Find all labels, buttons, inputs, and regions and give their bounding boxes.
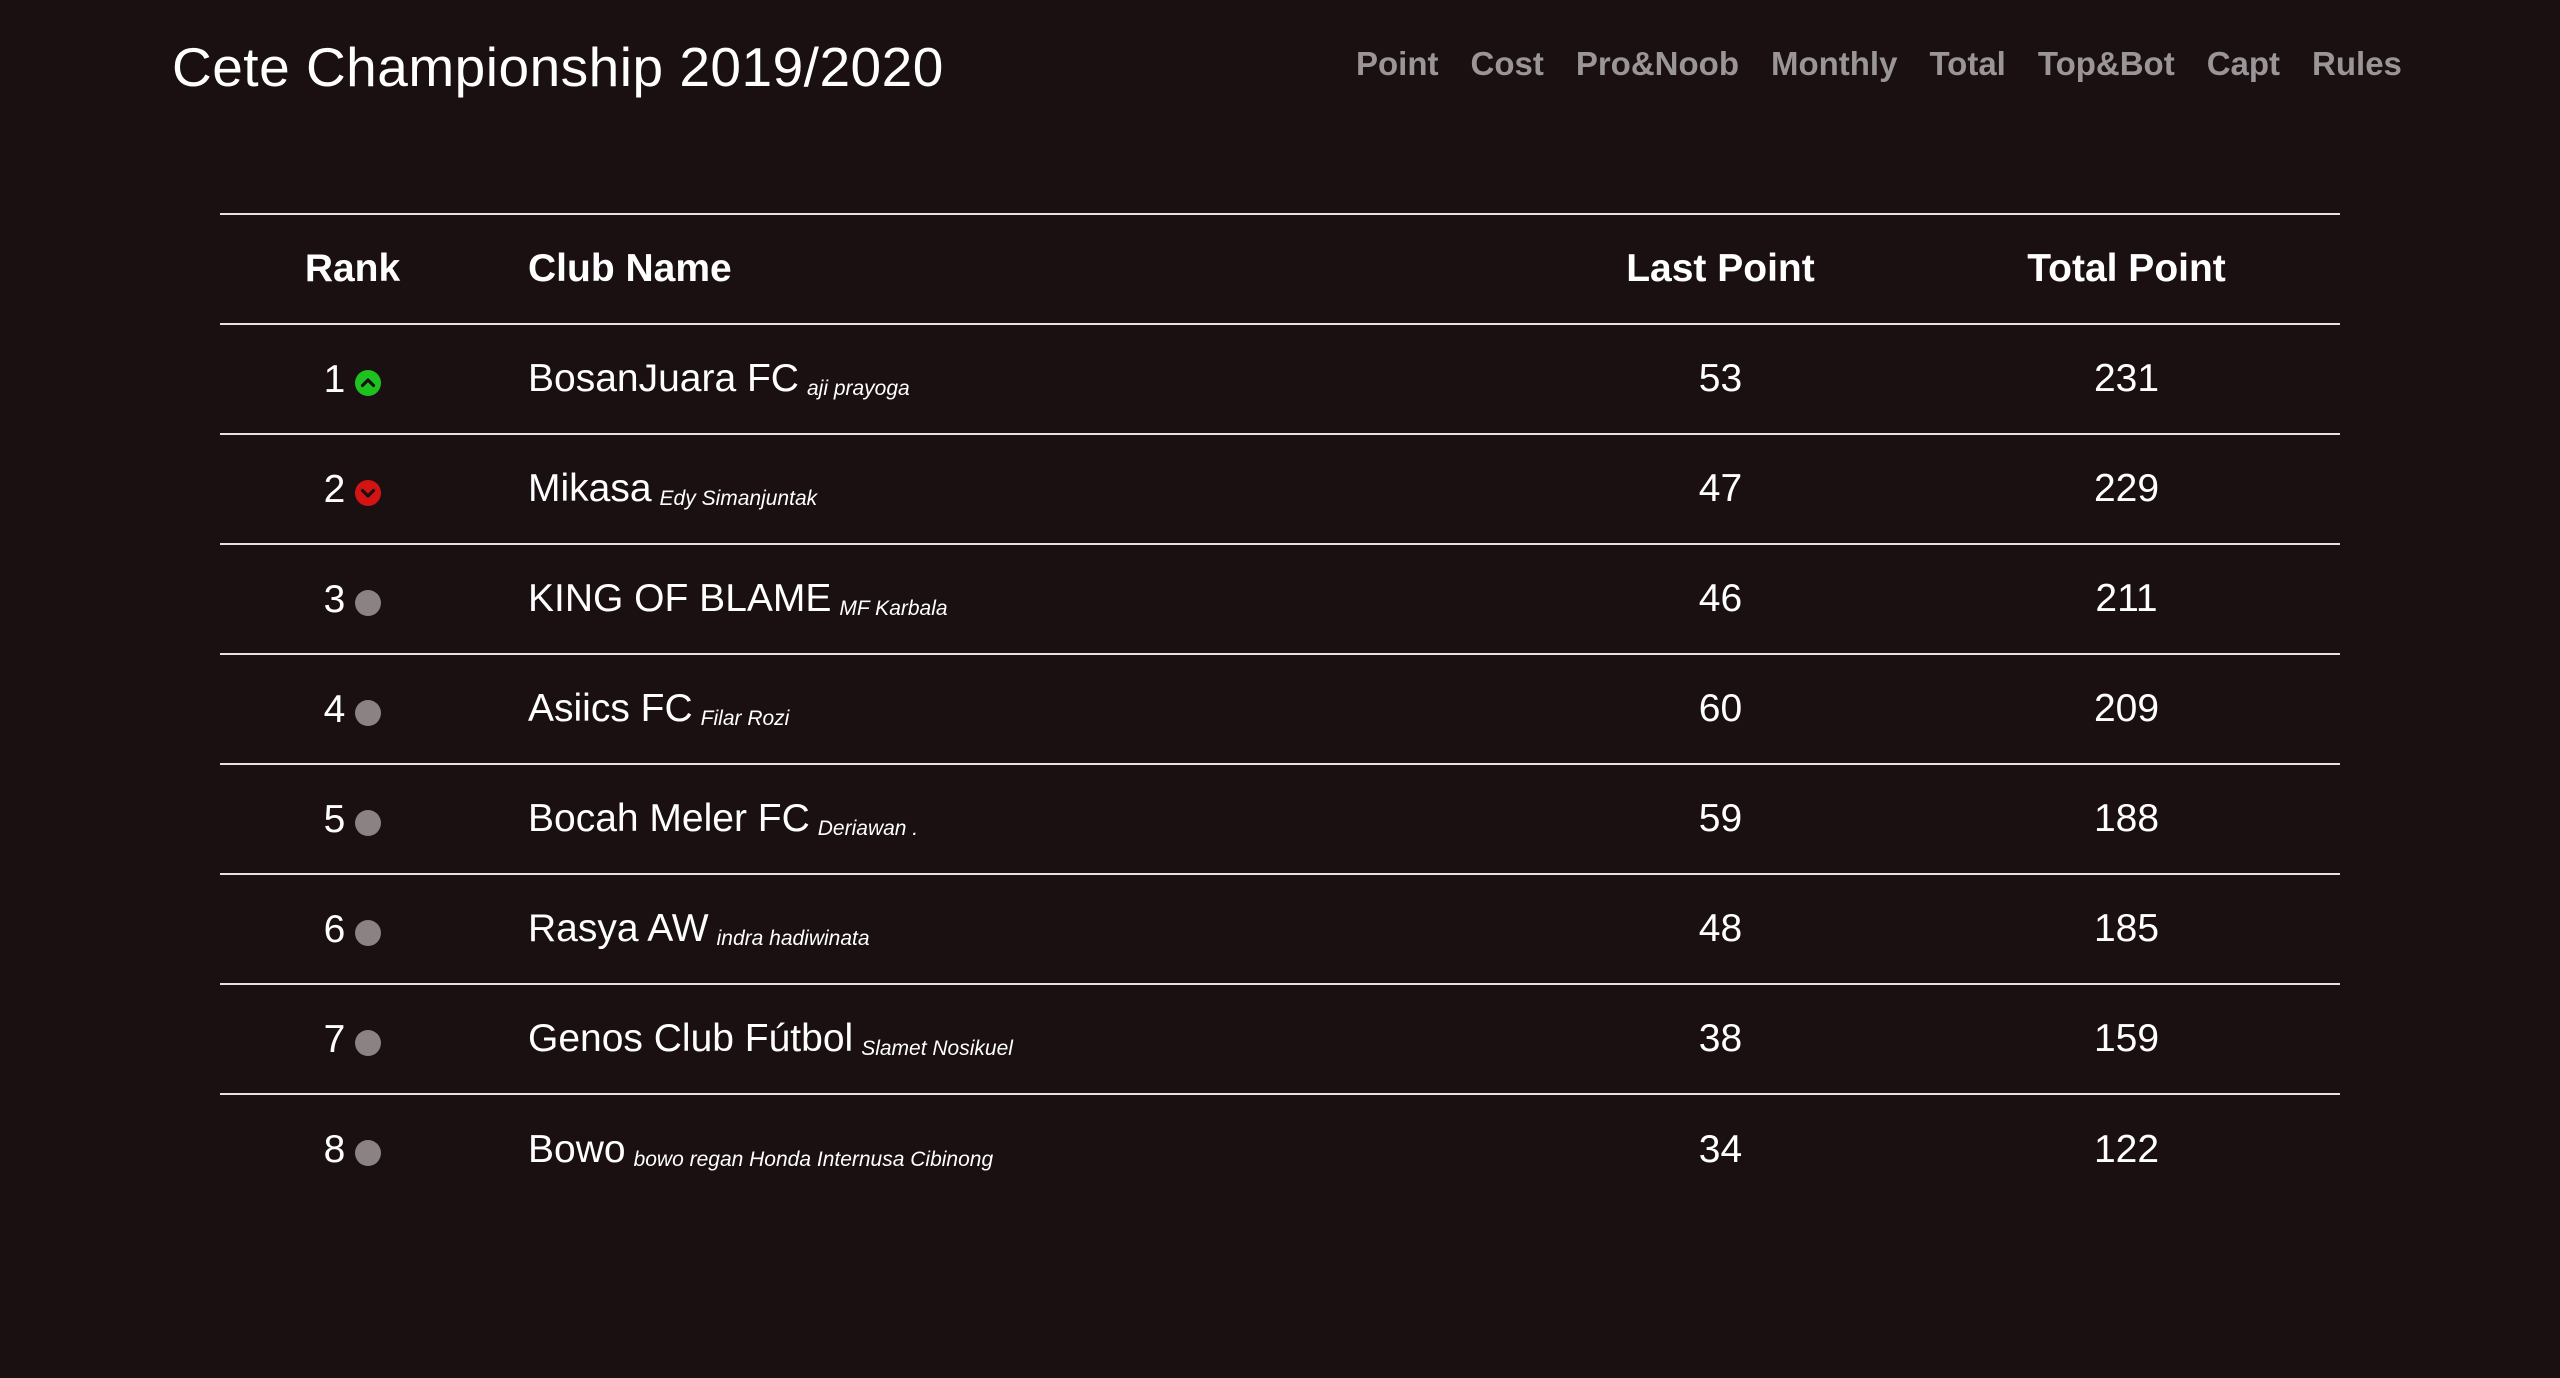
standings-table: Rank Club Name Last Point Total Point 1 B… [220,213,2340,1204]
club-cell: Rasya AW indra hadiwinata [485,874,1528,984]
rank-number: 2 [323,467,346,511]
dot-icon [355,589,382,616]
club-name: Bocah Meler FC [528,797,810,840]
manager-name: Edy Simanjuntak [659,487,818,510]
table-row: 8 Bowo bowo regan Honda Internusa Cibinong… [220,1094,2340,1204]
manager-name: aji prayoga [806,377,910,400]
dot-icon [355,699,382,726]
table-row: 1 BosanJuara FC aji prayoga 53 231 [220,324,2340,434]
last-point: 47 [1698,467,1743,510]
rank-number: 1 [323,357,346,401]
club-name: KING OF BLAME [528,577,832,620]
table-row: 3 KING OF BLAME MF Karbala 46 211 [220,544,2340,654]
rank-number: 7 [323,1017,346,1061]
club-cell: Genos Club Fútbol Slamet Nosikuel [485,984,1528,1094]
rank-cell: 5 [220,764,485,874]
nav-capt[interactable]: Capt [2207,42,2280,86]
dot-icon [355,1140,382,1167]
manager-name: indra hadiwinata [716,927,870,950]
last-point: 59 [1698,797,1743,840]
total-point: 231 [2093,357,2160,400]
table-body: 1 BosanJuara FC aji prayoga 53 231 2 Mikasa Edy… [220,324,2340,1204]
chevron-down-circle-icon [355,479,382,506]
club-name: Asiics FC [528,687,693,730]
dot-icon [355,1029,382,1056]
total-point: 122 [2093,1127,2160,1171]
club-name: Bowo [528,1127,626,1171]
club-cell: Asiics FC Filar Rozi [485,654,1528,764]
dot-icon [355,809,382,836]
dot-icon [355,919,382,946]
club-name: BosanJuara FC [528,357,799,400]
last-point: 46 [1698,577,1743,620]
column-club-name: Club Name [528,247,732,290]
club-name: Genos Club Fútbol [528,1017,854,1060]
nav-cost[interactable]: Cost [1470,42,1543,86]
rank-cell: 6 [220,874,485,984]
table-row: 2 Mikasa Edy Simanjuntak 47 229 [220,434,2340,544]
club-name: Mikasa [528,467,652,510]
rank-cell: 8 [220,1094,485,1204]
nav-top-bot[interactable]: Top&Bot [2038,42,2175,86]
last-point: 38 [1698,1017,1743,1060]
table-row: 6 Rasya AW indra hadiwinata 48 185 [220,874,2340,984]
nav-monthly[interactable]: Monthly [1771,42,1897,86]
nav-point[interactable]: Point [1356,42,1438,86]
page-title: Cete Championship 2019/2020 [172,36,944,98]
manager-name: MF Karbala [839,597,948,620]
nav-total[interactable]: Total [1929,42,2005,86]
rank-number: 5 [323,797,346,841]
nav-rules[interactable]: Rules [2312,42,2402,86]
manager-name: Slamet Nosikuel [861,1037,1013,1060]
column-total-point: Total Point [2027,247,2226,290]
rank-cell: 7 [220,984,485,1094]
manager-name: bowo regan Honda Internusa Cibinong [633,1147,994,1171]
last-point: 48 [1698,907,1743,950]
chevron-up-circle-icon [355,369,382,396]
rank-number: 6 [323,907,346,951]
rank-cell: 4 [220,654,485,764]
column-rank: Rank [304,247,401,290]
club-cell: Bocah Meler FC Deriawan . [485,764,1528,874]
total-point: 209 [2093,687,2160,730]
table-row: 7 Genos Club Fútbol Slamet Nosikuel 38 159 [220,984,2340,1094]
page: Cete Championship 2019/2020 Point Cost P… [0,0,2560,1378]
rank-number: 8 [323,1128,346,1172]
total-point: 188 [2093,797,2160,840]
manager-name: Filar Rozi [700,707,790,730]
total-point: 159 [2093,1017,2160,1060]
table-row: 4 Asiics FC Filar Rozi 60 209 [220,654,2340,764]
total-point: 229 [2093,467,2160,510]
club-cell: BosanJuara FC aji prayoga [485,324,1528,434]
column-last-point: Last Point [1626,247,1815,290]
club-cell: KING OF BLAME MF Karbala [485,544,1528,654]
manager-name: Deriawan . [817,817,919,840]
last-point: 53 [1698,357,1743,400]
rank-cell: 1 [220,324,485,434]
last-point: 34 [1698,1127,1743,1171]
rank-cell: 2 [220,434,485,544]
rank-cell: 3 [220,544,485,654]
club-cell: Bowo bowo regan Honda Internusa Cibinong [485,1094,1528,1204]
total-point: 211 [2095,577,2158,620]
nav-pro-noob[interactable]: Pro&Noob [1576,42,1739,86]
club-cell: Mikasa Edy Simanjuntak [485,434,1528,544]
top-nav: Point Cost Pro&Noob Monthly Total Top&Bo… [1356,42,2402,86]
table-row: 5 Bocah Meler FC Deriawan . 59 188 [220,764,2340,874]
last-point: 60 [1698,687,1743,730]
header-row: Rank Club Name Last Point Total Point [220,214,2340,324]
club-name: Rasya AW [528,907,709,950]
table-header: Rank Club Name Last Point Total Point [220,214,2340,324]
rank-number: 3 [323,577,346,621]
rank-number: 4 [323,687,346,731]
total-point: 185 [2093,907,2160,950]
